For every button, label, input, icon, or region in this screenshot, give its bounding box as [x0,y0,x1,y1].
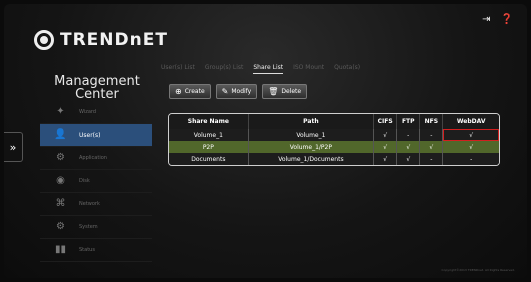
cell-nfs: √ [419,141,444,153]
table-row[interactable]: Documents Volume_1/Documents √ √ - - [169,153,499,165]
tab-groups-list[interactable]: Group(s) List [205,64,243,74]
tab-quotas[interactable]: Quota(s) [334,64,360,74]
sidebar-item-label: User(s) [79,131,101,139]
sidebar-expand-button[interactable]: » [4,132,23,162]
logout-icon[interactable]: ⇥ [482,14,490,25]
sidebar-item-system[interactable]: ⚙ System [40,216,152,239]
column-header-cifs[interactable]: CIFS [373,114,398,129]
sidebar-item-label: Status [79,247,95,253]
management-center-title: Management Center [42,75,152,101]
tab-bar: User(s) List Group(s) List Share List IS… [161,64,360,74]
cell-webdav: √ [442,141,499,153]
plus-icon: ⊕ [175,87,182,96]
logo-icon [34,30,54,50]
tab-users-list[interactable]: User(s) List [161,64,195,74]
column-header-webdav[interactable]: WebDAV [442,114,499,129]
cell-path: Volume_1/Documents [248,153,375,165]
wand-icon: ✦ [56,106,65,117]
create-button-label: Create [184,88,205,95]
cell-ftp: √ [396,141,421,153]
system-icon: ⚙ [56,221,65,232]
edit-icon: ✎ [221,87,229,96]
gear-icon: ⚙ [56,152,65,163]
cell-nfs: - [419,153,444,165]
tab-share-list[interactable]: Share List [253,64,284,74]
sidebar-item-users[interactable]: 👤 User(s) [40,124,152,147]
sidebar-item-label: Network [79,201,100,207]
sidebar-item-label: System [79,224,98,230]
sidebar-item-application[interactable]: ⚙ Application [40,147,152,170]
cell-share-name: Documents [169,153,249,165]
cell-path: Volume_1/P2P [248,141,375,153]
cell-cifs: √ [373,141,398,153]
sidebar: ✦ Wizard 👤 User(s) ⚙ Application ◉ Disk … [40,101,152,262]
sidebar-item-wizard[interactable]: ✦ Wizard [40,101,152,124]
table-row[interactable]: P2P Volume_1/P2P √ √ √ √ [169,141,499,153]
cell-share-name: P2P [169,141,249,153]
cell-ftp: - [396,129,421,141]
disk-icon: ◉ [56,175,65,186]
sidebar-item-label: Disk [79,178,90,184]
trash-icon: 🗑 [268,87,279,96]
cell-cifs: √ [373,153,398,165]
cell-nfs: - [419,129,444,141]
cell-path: Volume_1 [248,129,375,141]
users-icon: 👤 [54,129,67,140]
column-header-path[interactable]: Path [248,114,375,129]
main-panel: ⇥ ❓ TRENDnET Management Center ✦ Wizard … [4,4,527,278]
sidebar-item-label: Wizard [79,109,97,115]
modify-button[interactable]: ✎ Modify [215,84,258,99]
cell-cifs: √ [373,129,398,141]
share-table: Share Name Path CIFS FTP NFS WebDAV Volu… [168,113,500,166]
logo-text: TRENDnET [60,30,168,50]
modify-button-label: Modify [231,88,252,95]
delete-button-label: Delete [281,88,302,95]
status-icon: ▮▮ [54,244,66,255]
cell-share-name: Volume_1 [169,129,249,141]
cell-webdav-highlighted: √ [442,129,499,141]
top-icons: ⇥ ❓ [482,14,513,25]
copyright-footer: Copyright©2013 TRENDnet. All Rights Rese… [441,268,515,272]
network-icon: ⌘ [55,198,66,209]
help-icon[interactable]: ❓ [501,14,513,25]
column-header-share-name[interactable]: Share Name [169,114,249,129]
management-title-line2: Center [75,87,119,102]
create-button[interactable]: ⊕ Create [169,84,211,99]
sidebar-item-disk[interactable]: ◉ Disk [40,170,152,193]
cell-webdav: - [442,153,499,165]
sidebar-item-status[interactable]: ▮▮ Status [40,239,152,262]
delete-button[interactable]: 🗑 Delete [262,84,308,99]
tab-iso-mount[interactable]: ISO Mount [293,64,324,74]
brand-logo: TRENDnET [34,30,168,50]
sidebar-item-label: Application [79,155,107,161]
table-row[interactable]: Volume_1 Volume_1 √ - - √ [169,129,499,141]
sidebar-item-network[interactable]: ⌘ Network [40,193,152,216]
column-header-ftp[interactable]: FTP [396,114,421,129]
table-header-row: Share Name Path CIFS FTP NFS WebDAV [169,114,499,129]
column-header-nfs[interactable]: NFS [419,114,444,129]
cell-ftp: √ [396,153,421,165]
toolbar: ⊕ Create ✎ Modify 🗑 Delete [169,84,308,99]
